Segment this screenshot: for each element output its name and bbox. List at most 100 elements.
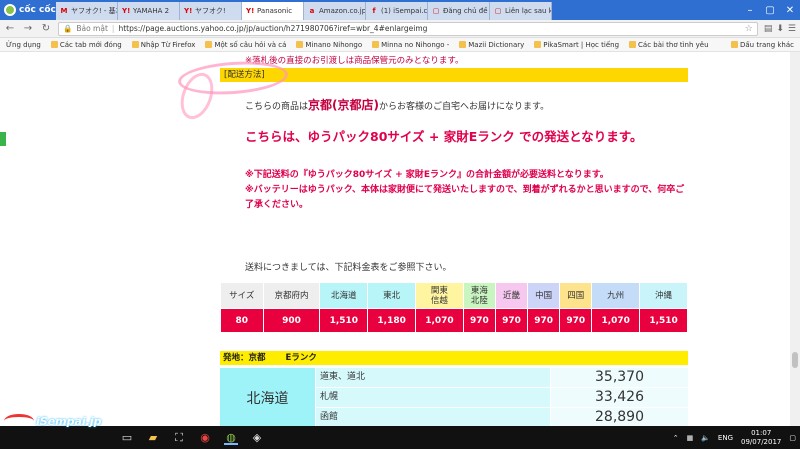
bookmark-item[interactable]: Các bài thơ tình yêu [629,41,709,49]
other-bookmarks[interactable]: Dấu trang khác [731,41,794,49]
top-note: ※落札後の直接のお引渡しは商品保管元のみとなります。 [245,56,464,66]
rate-header-row: サイズ 京都府内 北海道 東北 関東 信越 東海 北陸 近畿 中国 四国 九州 沖縄 [220,282,688,309]
rate-value-cell: 1,510 [319,308,369,333]
tab-favicon-icon: a [309,7,315,15]
language-indicator[interactable]: ENG [718,434,733,442]
shipping-notes: ※下記送料の『ゆうパック80サイズ + 家財Eランク』の合計金額が必要送料となり… [245,168,685,213]
bookmark-icon [50,41,58,48]
bookmark-item[interactable]: Nhập Từ Firefox [131,41,195,49]
chrome-icon[interactable]: ◉ [198,431,212,445]
tab-favicon-icon: Y! [184,7,193,15]
file-explorer-icon[interactable]: ▰ [146,431,160,445]
browser-tab[interactable]: Y! YAMAHA 2 [118,2,180,20]
browser-tab[interactable]: M ヤフオク! - 基本 [56,2,118,20]
window-controls: – ▢ ✕ [740,0,800,20]
bookmark-icon [372,41,380,48]
bookmark-label: PikaSmart | Học tiếng [543,40,620,49]
rate-header-cell: 九州 [591,282,641,309]
page-viewport[interactable]: ※落札後の直接のお引渡しは商品保管元のみとなります。 [配送方法] こちらの商品… [0,52,800,426]
menu-icon[interactable]: ☰ [788,24,796,34]
rate-value-cell: 970 [559,308,593,333]
rate-header-cell: 東北 [367,282,417,309]
tab-favicon-icon: M [60,7,68,15]
tab-favicon-icon: Y! [122,7,131,15]
rate-value-cell: 970 [462,308,496,333]
tray-chevron-icon[interactable]: ⌃ [673,434,679,442]
folder-icon [731,41,738,48]
back-icon[interactable]: ← [4,23,16,35]
minimize-icon[interactable]: – [740,0,760,20]
browser-tab[interactable]: Y! Panasonic [242,2,304,20]
store-icon[interactable]: ⛶ [172,431,186,445]
region-row: 函館 28,890 [316,408,688,426]
bookmark-item[interactable]: Một số câu hỏi và cá [205,41,286,49]
delivery-prefix: こちらの商品は [245,102,309,112]
clock[interactable]: 01:07 09/07/2017 [741,429,781,447]
region-row: 札幌 33,426 [316,388,688,407]
bookmark-label: Minano Nihongo [305,40,363,49]
region-price: 33,426 [551,388,688,407]
bookmark-item[interactable]: Ứng dụng [6,41,41,49]
rank-label: Eランク [285,353,317,363]
bookmark-icon [205,41,213,48]
shipping-note: ※下記送料の『ゆうパック80サイズ + 家財Eランク』の合計金額が必要送料となり… [245,170,609,180]
bookmark-item[interactable]: Minano Nihongo [296,41,362,49]
bookmark-item[interactable]: Mazii Dictionary [459,41,524,49]
browser-tab[interactable]: f (1) iSempai.c [366,2,428,20]
rate-value-cell: 1,510 [639,308,688,333]
coccoc-logo-icon [4,4,16,16]
rate-value-cell: 970 [527,308,561,333]
coccoc-taskbar-icon[interactable]: ◍ [224,431,238,445]
browser-tab[interactable]: a Amazon.co.jp [304,2,366,20]
origin-bar: 発地：京都 Eランク [220,351,688,365]
browser-tab[interactable]: ▢ Liên lạc sau k [490,2,552,20]
notification-icon[interactable]: ▢ [789,434,796,442]
photos-icon[interactable]: ◈ [250,431,264,445]
region-area: 道東、道北 [316,368,550,387]
tab-favicon-icon: f [372,7,376,15]
delivery-text: こちらの商品は京都(京都店)からお客様のご自宅へお届けになります。 [245,96,549,113]
tab-favicon-icon: Y! [246,7,255,15]
origin-label: 発地：京都 [223,353,266,363]
rate-header-cell: 中国 [527,282,561,309]
tab-label: ヤフオク! [195,7,226,15]
scrollbar-thumb[interactable] [792,352,798,368]
rate-value-cell: 80 [220,308,264,333]
page-scrollbar[interactable] [790,52,800,426]
brand-label: cốc cốc [19,5,56,15]
bookmark-icon [534,41,542,48]
reload-icon[interactable]: ↻ [40,23,52,35]
watermark-text: iSempai.jp [36,414,102,428]
rate-header-cell: サイズ [220,282,264,309]
secure-label: Bảo mật [76,24,108,33]
url-input[interactable]: 🔒 Bảo mật | https://page.auctions.yahoo.… [58,21,758,36]
bookmark-item[interactable]: Các tab mới đóng [50,41,122,49]
maximize-icon[interactable]: ▢ [760,0,780,20]
region-area: 札幌 [316,388,550,407]
volume-icon[interactable]: 🔈 [701,434,710,442]
extension-icon[interactable]: ▤ [764,24,773,34]
bookmark-item[interactable]: Minna no Nihongo - [372,41,449,49]
delivery-suffix: からお客様のご自宅へお届けになります。 [379,102,550,112]
address-bar: ← → ↻ 🔒 Bảo mật | https://page.auctions.… [0,20,800,38]
rate-value-cell: 1,180 [367,308,417,333]
network-icon[interactable]: ▦ [687,434,694,442]
rate-header-cell: 関東 信越 [415,282,464,309]
clock-time: 01:07 [751,428,772,437]
bookmark-icon [629,41,637,48]
browser-brand[interactable]: cốc cốc [0,0,56,20]
swoosh-icon [4,414,34,428]
browser-tab[interactable]: ▢ Đăng chủ đề [428,2,490,20]
bookmark-star-icon[interactable]: ☆ [745,24,753,34]
task-view-icon[interactable]: ▭ [120,431,134,445]
download-icon[interactable]: ⬇ [776,24,784,34]
close-icon[interactable]: ✕ [780,0,800,20]
forward-icon[interactable]: → [22,23,34,35]
region-price: 28,890 [551,408,688,426]
taskbar-apps: ▭ ▰ ⛶ ◉ ◍ ◈ [120,426,264,449]
bookmark-item[interactable]: PikaSmart | Học tiếng [534,41,619,49]
shipping-rate-table: サイズ 京都府内 北海道 東北 関東 信越 東海 北陸 近畿 中国 四国 九州 沖縄 80 900 1,… [220,282,688,333]
browser-tab-bar: cốc cốc M ヤフオク! - 基本 Y! YAMAHA 2 Y! ヤフオク! Y! Pa… [0,0,800,20]
region-price: 35,370 [551,368,688,387]
browser-tab[interactable]: Y! ヤフオク! [180,2,242,20]
